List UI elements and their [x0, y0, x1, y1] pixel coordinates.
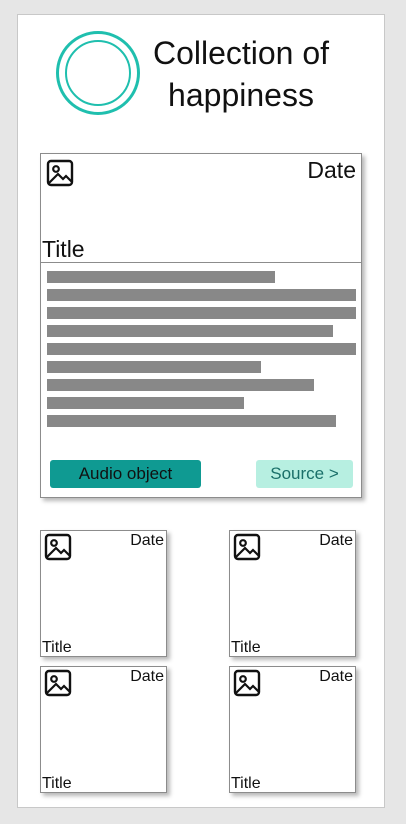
text-placeholder-line [47, 271, 275, 283]
image-icon [46, 159, 74, 187]
text-placeholder-line [47, 415, 336, 427]
card-title: Title [42, 639, 72, 656]
featured-card[interactable]: Date Title Audio object Source > [40, 153, 362, 498]
card-date: Date [319, 532, 353, 549]
text-placeholder-line [47, 343, 356, 355]
grid-card[interactable]: Date Title [40, 666, 167, 793]
image-icon [233, 533, 261, 561]
text-placeholder-line [47, 361, 261, 373]
card-date: Date [130, 532, 164, 549]
image-icon [233, 669, 261, 697]
audio-object-button[interactable]: Audio object [50, 460, 201, 488]
text-placeholder-line [47, 325, 333, 337]
card-date: Date [130, 668, 164, 685]
card-date: Date [319, 668, 353, 685]
card-title: Title [42, 775, 72, 792]
text-placeholder-line [47, 397, 244, 409]
source-button[interactable]: Source > [256, 460, 353, 488]
card-title: Title [231, 775, 261, 792]
image-icon [44, 533, 72, 561]
featured-date: Date [307, 157, 356, 183]
app-title: Collection of happiness [152, 35, 330, 113]
app-logo-icon [56, 31, 140, 115]
featured-divider [41, 262, 361, 263]
grid-card[interactable]: Date Title [40, 530, 167, 657]
text-placeholder-line [47, 307, 356, 319]
featured-title: Title [42, 236, 85, 262]
text-placeholder-line [47, 289, 356, 301]
image-icon [44, 669, 72, 697]
grid-card[interactable]: Date Title [229, 666, 356, 793]
text-placeholder-line [47, 379, 314, 391]
card-title: Title [231, 639, 261, 656]
grid-card[interactable]: Date Title [229, 530, 356, 657]
